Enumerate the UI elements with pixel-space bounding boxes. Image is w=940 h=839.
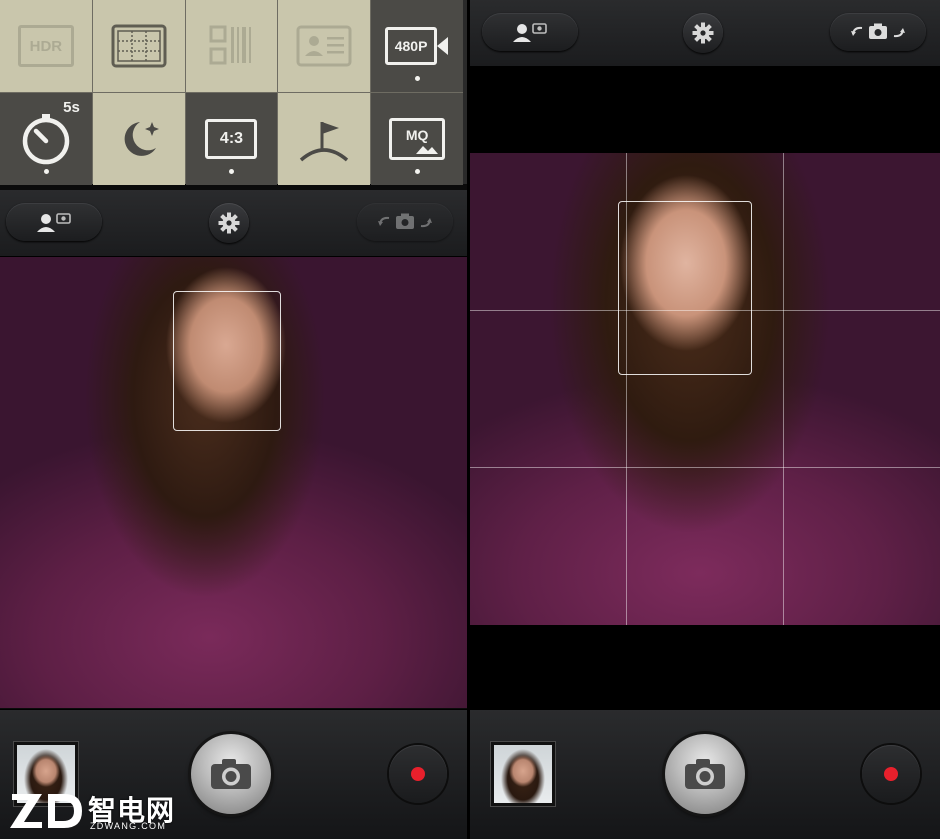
hdr-icon: HDR [17,25,74,67]
business-card-toggle[interactable] [278,0,371,92]
gear-icon [692,22,714,44]
camera-top-bar [0,190,467,257]
video-quality-icon: MQ [389,118,446,160]
camera-icon [685,759,725,789]
scene-mode-toggle[interactable] [278,93,371,185]
beauty-mode-button[interactable] [6,203,102,241]
viewfinder-letterbox [470,67,940,709]
left-camera-screen: HDR 480P 5s 4:3 MQ [0,0,467,839]
portrait-camera-icon [513,23,547,42]
moon-stars-icon [124,122,159,156]
quick-settings-panel: HDR 480P 5s 4:3 MQ [0,0,467,185]
timer-icon [22,114,70,165]
grid-lines-toggle[interactable] [92,0,185,92]
flag-landscape-icon [300,122,349,162]
face-detection-box [173,291,281,431]
timer-label: 5s [63,99,80,116]
right-camera-screen [470,0,940,839]
video-resolution-toggle[interactable]: 480P [371,0,463,92]
timer-toggle[interactable]: 5s [0,93,92,185]
camera-viewfinder[interactable] [0,257,467,708]
active-indicator [415,76,421,81]
camera-bottom-bar [0,709,467,839]
camera-viewfinder[interactable] [470,153,940,625]
shutter-button[interactable] [665,734,745,814]
switch-camera-icon [851,23,905,39]
record-video-button[interactable] [862,745,920,803]
camera-top-bar [470,0,940,67]
gallery-thumbnail[interactable] [14,742,78,806]
switch-camera-button[interactable] [830,13,926,51]
portrait-camera-icon [37,213,71,232]
settings-button[interactable] [683,13,723,53]
hdr-label: HDR [29,37,63,55]
aspect-ratio-toggle[interactable]: 4:3 [185,93,278,185]
video-resolution-label: 480P [394,38,428,54]
record-icon [884,767,898,781]
video-camera-icon: 480P [385,27,449,65]
qr-scan-toggle[interactable] [185,0,278,92]
business-card-icon [296,25,352,67]
beauty-mode-button[interactable] [482,13,578,51]
shutter-button[interactable] [191,734,271,814]
aspect-ratio-label: 4:3 [219,130,244,147]
gallery-thumbnail[interactable] [491,742,555,806]
grid-line [470,467,940,468]
switch-camera-button[interactable] [357,203,453,241]
face-detection-box [618,201,752,375]
camera-bottom-bar [470,709,940,839]
grid-icon [111,24,167,68]
video-quality-toggle[interactable]: MQ [371,93,463,185]
switch-camera-icon [378,213,432,229]
video-quality-label: MQ [405,127,429,143]
record-icon [411,767,425,781]
record-video-button[interactable] [389,745,447,803]
aspect-ratio-icon: 4:3 [205,119,258,159]
camera-icon [211,759,251,789]
night-mode-toggle[interactable] [92,93,185,185]
gear-icon [218,212,240,234]
hdr-toggle[interactable]: HDR [0,0,92,92]
qr-code-icon [209,25,252,65]
grid-line [783,153,784,625]
settings-button[interactable] [209,203,249,243]
